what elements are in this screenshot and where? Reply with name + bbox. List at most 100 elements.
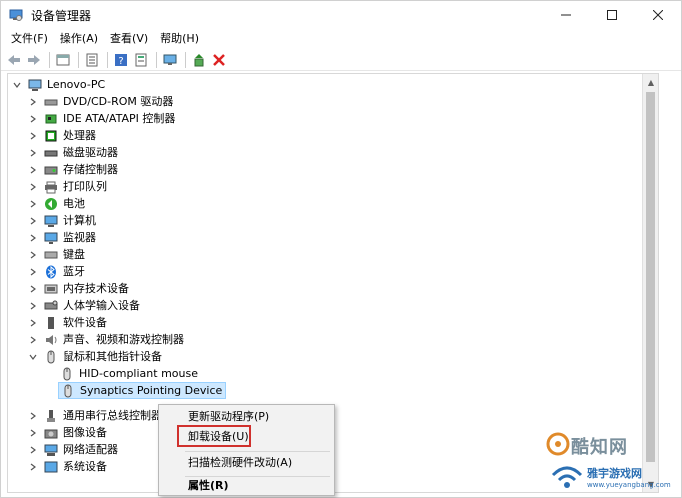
tree-item[interactable]: 蓝牙: [28, 263, 85, 280]
properties-pane-button[interactable]: [54, 51, 72, 69]
tree-item[interactable]: 声音、视频和游戏控制器: [28, 331, 184, 348]
chevron-right-icon[interactable]: [28, 199, 38, 209]
tree-item[interactable]: 处理器: [28, 127, 96, 144]
menu-help[interactable]: 帮助(H): [154, 30, 205, 48]
close-button[interactable]: [635, 1, 681, 29]
memory-icon: [44, 282, 58, 296]
back-button[interactable]: [5, 51, 23, 69]
uninstall-icon: [213, 53, 225, 66]
context-menu: 更新驱动程序(P) 卸载设备(U) 扫描检测硬件改动(A) 属性(R): [158, 404, 335, 496]
keyboard-icon: [44, 248, 58, 262]
chevron-right-icon[interactable]: [28, 182, 38, 192]
chevron-right-icon[interactable]: [28, 114, 38, 124]
tree-item-label: DVD/CD-ROM 驱动器: [63, 95, 174, 108]
tree-item[interactable]: 软件设备: [28, 314, 107, 331]
watermark-logo-icon: [546, 432, 570, 456]
list-icon: [86, 53, 98, 66]
monitor-icon: [44, 231, 58, 245]
uninstall-button[interactable]: [210, 51, 228, 69]
tree-item[interactable]: 电池: [28, 195, 85, 212]
tree-item[interactable]: DVD/CD-ROM 驱动器: [28, 93, 173, 110]
tree-item-synaptics-selected[interactable]: Synaptics Pointing Device: [58, 382, 227, 399]
watermark-wifi-icon: [551, 466, 583, 488]
back-icon: [8, 54, 20, 65]
tree-item-label: Synaptics Pointing Device: [80, 384, 223, 397]
chevron-right-icon[interactable]: [28, 165, 38, 175]
toolbar-separator: [78, 51, 79, 68]
chevron-right-icon[interactable]: [28, 428, 38, 438]
chevron-right-icon[interactable]: [28, 97, 38, 107]
help-button[interactable]: ?: [112, 51, 130, 69]
maximize-button[interactable]: [589, 1, 635, 29]
tree-item[interactable]: 磁盘驱动器: [28, 144, 118, 161]
tree-item-label: 蓝牙: [63, 265, 85, 278]
toolbar-separator: [156, 51, 157, 68]
update-driver-button[interactable]: [190, 51, 208, 69]
title-bar[interactable]: 设备管理器: [1, 1, 681, 29]
tree-item[interactable]: 监视器: [28, 229, 96, 246]
ctx-properties[interactable]: 属性(R): [159, 476, 334, 496]
list-button[interactable]: [83, 51, 101, 69]
tree-item-label: 处理器: [63, 129, 96, 142]
camera-icon: [44, 426, 58, 440]
tree-item-label: 监视器: [63, 231, 96, 244]
minimize-button[interactable]: [543, 1, 589, 29]
ide-controller-icon: [44, 112, 58, 126]
ctx-update-driver[interactable]: 更新驱动程序(P): [159, 407, 334, 427]
chevron-right-icon[interactable]: [28, 250, 38, 260]
svg-text:?: ?: [118, 56, 123, 67]
chevron-right-icon[interactable]: [28, 445, 38, 455]
chevron-down-icon[interactable]: [28, 352, 38, 362]
disk-drive-icon: [44, 146, 58, 160]
usb-icon: [44, 409, 58, 423]
tree-item-hid-mouse[interactable]: HID-compliant mouse: [60, 365, 198, 382]
menu-bar: 文件(F) 操作(A) 查看(V) 帮助(H): [1, 30, 205, 48]
monitor-button[interactable]: [161, 51, 179, 69]
tree-root[interactable]: Lenovo-PC: [12, 76, 105, 93]
tree-item-mouse-category[interactable]: 鼠标和其他指针设备: [28, 348, 162, 365]
tree-item[interactable]: 通用串行总线控制器: [28, 407, 162, 424]
tree-item[interactable]: 键盘: [28, 246, 85, 263]
mouse-icon: [60, 367, 74, 381]
tree-item[interactable]: 打印队列: [28, 178, 107, 195]
chevron-right-icon[interactable]: [28, 284, 38, 294]
tree-item[interactable]: 图像设备: [28, 424, 107, 441]
properties-pane-icon: [56, 54, 70, 65]
watermark-site: 雅宇游戏网: [587, 467, 642, 480]
watermark-brand: 酷知网: [571, 437, 628, 458]
chevron-right-icon[interactable]: [28, 335, 38, 345]
tree-item[interactable]: 计算机: [28, 212, 96, 229]
minimize-icon: [561, 14, 571, 16]
scroll-thumb[interactable]: [646, 92, 655, 462]
system-device-icon: [44, 460, 58, 474]
ctx-scan-hardware[interactable]: 扫描检测硬件改动(A): [159, 453, 334, 473]
chevron-right-icon[interactable]: [28, 233, 38, 243]
chevron-right-icon[interactable]: [28, 148, 38, 158]
tree-item[interactable]: 网络适配器: [28, 441, 118, 458]
tree-item[interactable]: 内存技术设备: [28, 280, 129, 297]
chevron-down-icon[interactable]: [12, 80, 22, 90]
chevron-right-icon[interactable]: [28, 411, 38, 421]
chevron-right-icon[interactable]: [28, 318, 38, 328]
chevron-right-icon[interactable]: [28, 267, 38, 277]
forward-button[interactable]: [25, 51, 43, 69]
tree-item-label: 电池: [63, 197, 85, 210]
scroll-up-icon[interactable]: ▲: [643, 74, 658, 90]
chevron-right-icon[interactable]: [28, 131, 38, 141]
tree-item-label: 鼠标和其他指针设备: [63, 350, 162, 363]
chevron-right-icon[interactable]: [28, 462, 38, 472]
mouse-icon: [44, 350, 58, 364]
menu-action[interactable]: 操作(A): [54, 30, 104, 48]
chevron-right-icon[interactable]: [28, 301, 38, 311]
tree-item[interactable]: IDE ATA/ATAPI 控制器: [28, 110, 175, 127]
menu-view[interactable]: 查看(V): [104, 30, 154, 48]
tree-item[interactable]: 人体学输入设备: [28, 297, 140, 314]
hid-icon: [44, 299, 58, 313]
tree-item[interactable]: 存储控制器: [28, 161, 118, 178]
tree-item-label: 软件设备: [63, 316, 107, 329]
menu-file[interactable]: 文件(F): [5, 30, 54, 48]
chevron-right-icon[interactable]: [28, 216, 38, 226]
tree-item[interactable]: 系统设备: [28, 458, 107, 475]
details-button[interactable]: [132, 51, 150, 69]
computer-icon: [44, 214, 58, 228]
